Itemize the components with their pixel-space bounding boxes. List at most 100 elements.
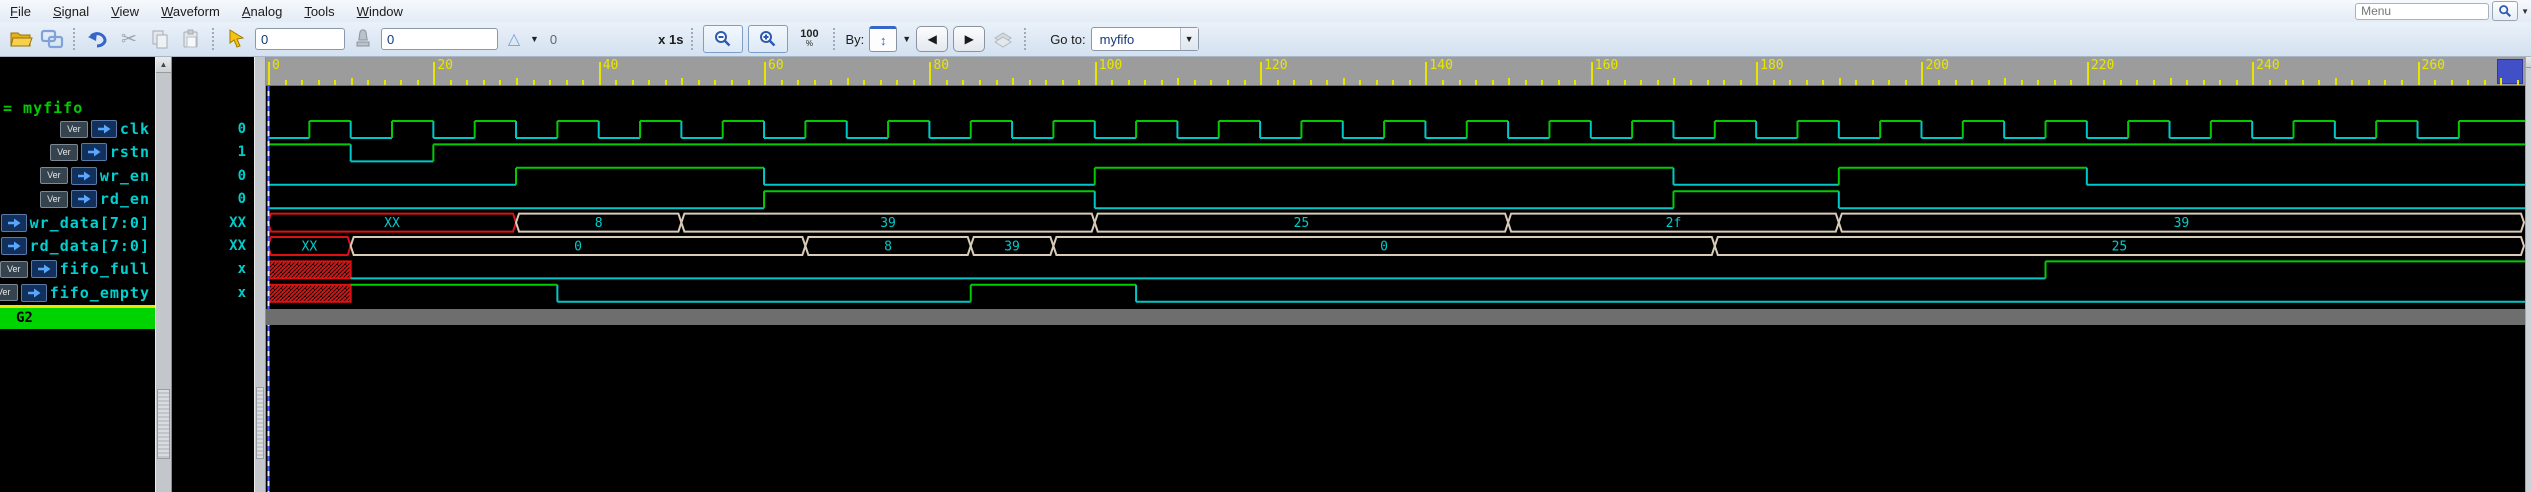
trace-arrow-icon[interactable] xyxy=(20,283,47,302)
scrollbar-thumb[interactable] xyxy=(256,387,264,459)
signal-value-clk[interactable]: 0 xyxy=(172,119,254,139)
signal-row-wr_en[interactable]: Ver wr_en xyxy=(0,166,155,186)
signal-row-fifo_full[interactable]: Ver fifo_full xyxy=(0,259,155,279)
ruler-label: 60 xyxy=(768,58,784,73)
menu-search-button[interactable] xyxy=(2492,1,2519,21)
menu-item-view[interactable]: View xyxy=(111,4,139,19)
copy-button[interactable] xyxy=(147,27,173,51)
ruler-minor-tick xyxy=(648,80,651,85)
menu-overflow-caret-icon[interactable]: ▼ xyxy=(2521,7,2529,16)
zoom-100-button[interactable]: 100 % xyxy=(793,27,825,51)
goto-dropdown-button[interactable]: ▼ xyxy=(1179,28,1198,50)
waveform-canvas[interactable]: XX 8 39 25 2f 39XX 0 8 39 0 25 xyxy=(266,57,2525,492)
menu-item-tools[interactable]: Tools xyxy=(304,4,334,19)
triangle-icon: △ xyxy=(507,31,521,48)
goto-scope-combobox[interactable]: myfifo ▼ xyxy=(1090,27,1199,51)
ver-source-badge[interactable]: Ver xyxy=(0,284,18,302)
scroll-up-button[interactable]: ▲ xyxy=(156,57,171,73)
ruler-label: 200 xyxy=(1925,58,1949,73)
delta-dropdown-caret-icon[interactable]: ▼ xyxy=(530,34,539,44)
signal-row-rd_en[interactable]: Ver rd_en xyxy=(0,189,155,209)
cut-button[interactable]: ✂ xyxy=(116,27,142,51)
signal-row-rstn[interactable]: Ver rstn xyxy=(0,142,155,162)
ruler-minor-tick xyxy=(830,80,833,85)
open-file-button[interactable] xyxy=(8,27,34,51)
new-window-button[interactable] xyxy=(39,27,65,51)
trace-arrow-icon[interactable] xyxy=(70,166,97,185)
ver-source-badge[interactable]: Ver xyxy=(0,260,28,278)
menu-item-window[interactable]: Window xyxy=(357,4,403,19)
undo-button[interactable] xyxy=(85,27,111,51)
menu-item-waveform[interactable]: Waveform xyxy=(161,4,220,19)
search-forward-button[interactable]: ▶ xyxy=(953,26,986,52)
trace-arrow-icon[interactable] xyxy=(30,260,57,279)
time-ruler[interactable]: 0 20 40 60 80 100 120 140 160 180 200 220 240 260 xyxy=(266,57,2525,86)
ruler-minor-tick xyxy=(879,80,882,85)
ruler-minor-tick xyxy=(2152,80,2155,85)
ver-source-badge[interactable]: Ver xyxy=(39,190,68,208)
signal-row-fifo_empty[interactable]: Ver fifo_empty xyxy=(0,283,155,303)
name-panel-scrollbar[interactable]: ▲ xyxy=(155,57,172,492)
search-by-value-button[interactable]: ↕ xyxy=(869,26,898,52)
trace-arrow-icon[interactable] xyxy=(90,120,117,138)
trace-arrow-icon[interactable] xyxy=(0,237,27,255)
ver-source-badge[interactable]: Ver xyxy=(39,167,68,185)
signal-row-rd_data-7-0-[interactable]: Verrd_data[7:0] xyxy=(0,236,155,256)
ruler-major-tick xyxy=(929,62,932,85)
value-panel-scrollbar[interactable] xyxy=(254,57,266,492)
signal-value-wr_data-7-0-[interactable]: XX xyxy=(172,213,254,233)
signal-value-panel[interactable]: 0 1 0 0 XX XX x x xyxy=(172,57,254,492)
ruler-minor-tick xyxy=(383,80,386,85)
search-backward-button[interactable]: ◀ xyxy=(916,26,949,52)
window-right-scrollbar[interactable] xyxy=(2525,57,2531,492)
chevron-down-icon: ▼ xyxy=(1184,34,1194,44)
trace-arrow-icon[interactable] xyxy=(0,213,27,232)
nwave-window: File Signal View Waveform Analog Tools Window … xyxy=(0,0,2531,492)
ruler-minor-tick xyxy=(1541,80,1544,85)
signal-value-rd_en[interactable]: 0 xyxy=(172,189,254,209)
select-mode-button[interactable] xyxy=(224,27,250,51)
toolbar-separator xyxy=(73,28,77,50)
ruler-minor-tick xyxy=(1723,80,1726,85)
signal-value-wr_en[interactable]: 0 xyxy=(172,166,254,186)
menu-search-input[interactable] xyxy=(2355,2,2490,20)
toolbar-separator xyxy=(833,28,837,50)
scrollbar-thumb[interactable] xyxy=(157,389,170,459)
zoom-out-button[interactable] xyxy=(703,25,744,53)
waveform-panel[interactable]: XX 8 39 25 2f 39 XX 0 8 39 0 25 0 20 40 60 80 100 120 140 1… xyxy=(266,57,2525,492)
ruler-minor-tick xyxy=(1475,80,1478,85)
ruler-minor-tick xyxy=(1127,80,1130,85)
ver-source-badge[interactable]: Ver xyxy=(59,120,88,138)
by-dropdown-caret-icon[interactable]: ▼ xyxy=(902,34,911,44)
ruler-minor-tick xyxy=(1309,80,1312,85)
group-header-myfifo[interactable]: = myfifo xyxy=(3,99,83,117)
ruler-minor-tick xyxy=(582,80,585,85)
trace-arrow-icon[interactable] xyxy=(80,143,107,162)
signal-value-fifo_empty[interactable]: x xyxy=(172,283,254,303)
signal-row-wr_data-7-0-[interactable]: Verwr_data[7:0] xyxy=(0,213,155,233)
menu-item-file[interactable]: File xyxy=(10,4,31,19)
trace-arrow-icon[interactable] xyxy=(70,190,97,209)
layers-button-disabled[interactable] xyxy=(990,27,1016,51)
toolbar: ✂ 0 0 △ ▼ 0 x 1s 100 % By: ↕ ▼ ◀ ▶ Go to… xyxy=(0,22,2531,57)
menu-item-signal[interactable]: Signal xyxy=(53,4,89,19)
signal-value-rd_data-7-0-[interactable]: XX xyxy=(172,236,254,256)
group-header-g2[interactable]: G2 xyxy=(0,308,155,329)
marker-tool-button[interactable] xyxy=(350,27,376,51)
time-field-1[interactable] xyxy=(255,28,345,50)
scroll-up-button[interactable] xyxy=(2526,57,2531,68)
ruler-major-tick xyxy=(2252,62,2255,85)
signal-name-panel[interactable]: = myfifo VerclkVerrstnVerwr_enVerrd_enVe… xyxy=(0,57,155,492)
paste-button[interactable] xyxy=(178,27,204,51)
delta-marker-button[interactable]: △ xyxy=(503,27,525,51)
time-field-2[interactable] xyxy=(381,28,498,50)
signal-value-rstn[interactable]: 1 xyxy=(172,142,254,162)
zoom-in-button[interactable] xyxy=(748,25,789,53)
ruler-minor-tick xyxy=(367,80,370,85)
signal-row-clk[interactable]: Ver clk xyxy=(0,119,155,139)
menu-item-analog[interactable]: Analog xyxy=(242,4,282,19)
ruler-major-tick xyxy=(598,62,601,85)
ruler-minor-tick xyxy=(2400,80,2403,85)
ver-source-badge[interactable]: Ver xyxy=(49,143,78,161)
signal-value-fifo_full[interactable]: x xyxy=(172,259,254,279)
